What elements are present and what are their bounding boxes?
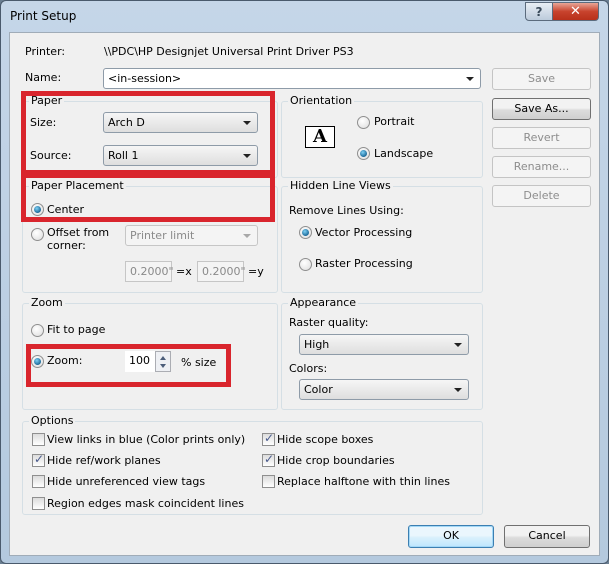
raster-processing-label: Raster Processing bbox=[315, 257, 413, 270]
zoom-group-title: Zoom bbox=[29, 296, 65, 309]
page-letter: A bbox=[313, 126, 327, 147]
colors-label: Colors: bbox=[289, 362, 328, 375]
offset-radio[interactable] bbox=[31, 228, 44, 241]
printer-label: Printer: bbox=[25, 45, 66, 58]
view-links-blue-label: View links in blue (Color prints only) bbox=[47, 433, 246, 446]
hide-scope-boxes-label: Hide scope boxes bbox=[277, 433, 374, 446]
raster-quality-label: Raster quality: bbox=[289, 316, 369, 329]
save-button[interactable]: Save bbox=[492, 68, 591, 90]
offset-y-field[interactable]: 0.2000" bbox=[197, 261, 246, 282]
hide-scope-boxes-checkbox[interactable] bbox=[262, 431, 275, 446]
print-setup-dialog: Print Setup ? ✕ Printer: \\PDC\HP Design… bbox=[0, 0, 609, 564]
hide-crop-boundaries-label: Hide crop boundaries bbox=[277, 454, 395, 467]
raster-quality-value: High bbox=[304, 338, 330, 351]
hide-crop-boundaries-checkbox[interactable] bbox=[262, 452, 275, 467]
colors-value: Color bbox=[304, 383, 333, 396]
y-label: =y bbox=[248, 265, 264, 278]
orientation-group-title: Orientation bbox=[288, 94, 355, 107]
offset-x-field[interactable]: 0.2000" bbox=[125, 261, 174, 282]
colors-dropdown[interactable]: Color bbox=[299, 379, 469, 400]
offset-dropdown[interactable]: Printer limit bbox=[125, 225, 258, 246]
raster-quality-dropdown[interactable]: High bbox=[299, 334, 469, 355]
name-label: Name: bbox=[25, 71, 62, 84]
chevron-down-icon bbox=[454, 388, 462, 392]
landscape-page-icon: A bbox=[305, 126, 335, 148]
close-button[interactable]: ✕ bbox=[552, 2, 599, 21]
revert-button[interactable]: Revert bbox=[492, 127, 591, 149]
hide-unreferenced-tags-label: Hide unreferenced view tags bbox=[47, 475, 206, 488]
title-bar[interactable]: Print Setup ? ✕ bbox=[1, 1, 608, 31]
view-links-blue-checkbox[interactable] bbox=[32, 433, 45, 446]
zoom-highlight-box bbox=[26, 344, 231, 387]
printer-value: \\PDC\HP Designjet Universal Print Drive… bbox=[104, 45, 354, 58]
name-dropdown[interactable]: <in-session> bbox=[103, 68, 481, 89]
name-value: <in-session> bbox=[108, 72, 182, 85]
offset-dropdown-value: Printer limit bbox=[130, 229, 195, 242]
hide-ref-work-planes-label: Hide ref/work planes bbox=[47, 454, 161, 467]
hidden-line-views-title: Hidden Line Views bbox=[288, 179, 393, 192]
offset-label-line2: corner: bbox=[47, 239, 86, 252]
chevron-down-icon bbox=[466, 77, 474, 81]
options-group-title: Options bbox=[29, 414, 76, 427]
rename-button[interactable]: Rename... bbox=[492, 156, 591, 178]
raster-processing-radio[interactable] bbox=[299, 258, 312, 271]
help-button[interactable]: ? bbox=[525, 2, 553, 21]
offset-label-line1: Offset from bbox=[47, 226, 110, 239]
portrait-radio[interactable] bbox=[357, 116, 370, 129]
region-edges-mask-checkbox[interactable] bbox=[32, 497, 45, 510]
landscape-label: Landscape bbox=[374, 147, 434, 160]
paper-placement-highlight-box bbox=[21, 173, 275, 222]
replace-halftone-checkbox[interactable] bbox=[262, 475, 275, 488]
cancel-button[interactable]: Cancel bbox=[504, 525, 590, 548]
hidden-line-views-group: Hidden Line Views bbox=[281, 179, 483, 293]
fit-to-page-label: Fit to page bbox=[47, 323, 106, 336]
region-edges-mask-label: Region edges mask coincident lines bbox=[47, 497, 244, 510]
x-label: =x bbox=[176, 265, 192, 278]
fit-to-page-radio[interactable] bbox=[31, 324, 44, 337]
help-icon: ? bbox=[535, 4, 543, 19]
chevron-down-icon bbox=[243, 234, 251, 238]
close-icon: ✕ bbox=[570, 4, 581, 19]
window-title: Print Setup bbox=[10, 9, 77, 23]
ok-button[interactable]: OK bbox=[408, 525, 494, 548]
vector-processing-label: Vector Processing bbox=[315, 226, 413, 239]
portrait-label: Portrait bbox=[374, 115, 415, 128]
hide-ref-work-planes-checkbox[interactable] bbox=[32, 452, 45, 467]
remove-lines-label: Remove Lines Using: bbox=[289, 204, 404, 217]
chevron-down-icon bbox=[454, 343, 462, 347]
dialog-body: Printer: \\PDC\HP Designjet Universal Pr… bbox=[9, 32, 600, 556]
replace-halftone-label: Replace halftone with thin lines bbox=[277, 475, 450, 488]
hide-unreferenced-tags-checkbox[interactable] bbox=[32, 475, 45, 488]
landscape-radio[interactable] bbox=[357, 147, 370, 160]
vector-processing-radio[interactable] bbox=[299, 226, 312, 239]
appearance-group-title: Appearance bbox=[288, 296, 359, 309]
save-as-button[interactable]: Save As... bbox=[492, 98, 591, 120]
delete-button[interactable]: Delete bbox=[492, 185, 591, 207]
paper-highlight-box bbox=[21, 91, 275, 175]
